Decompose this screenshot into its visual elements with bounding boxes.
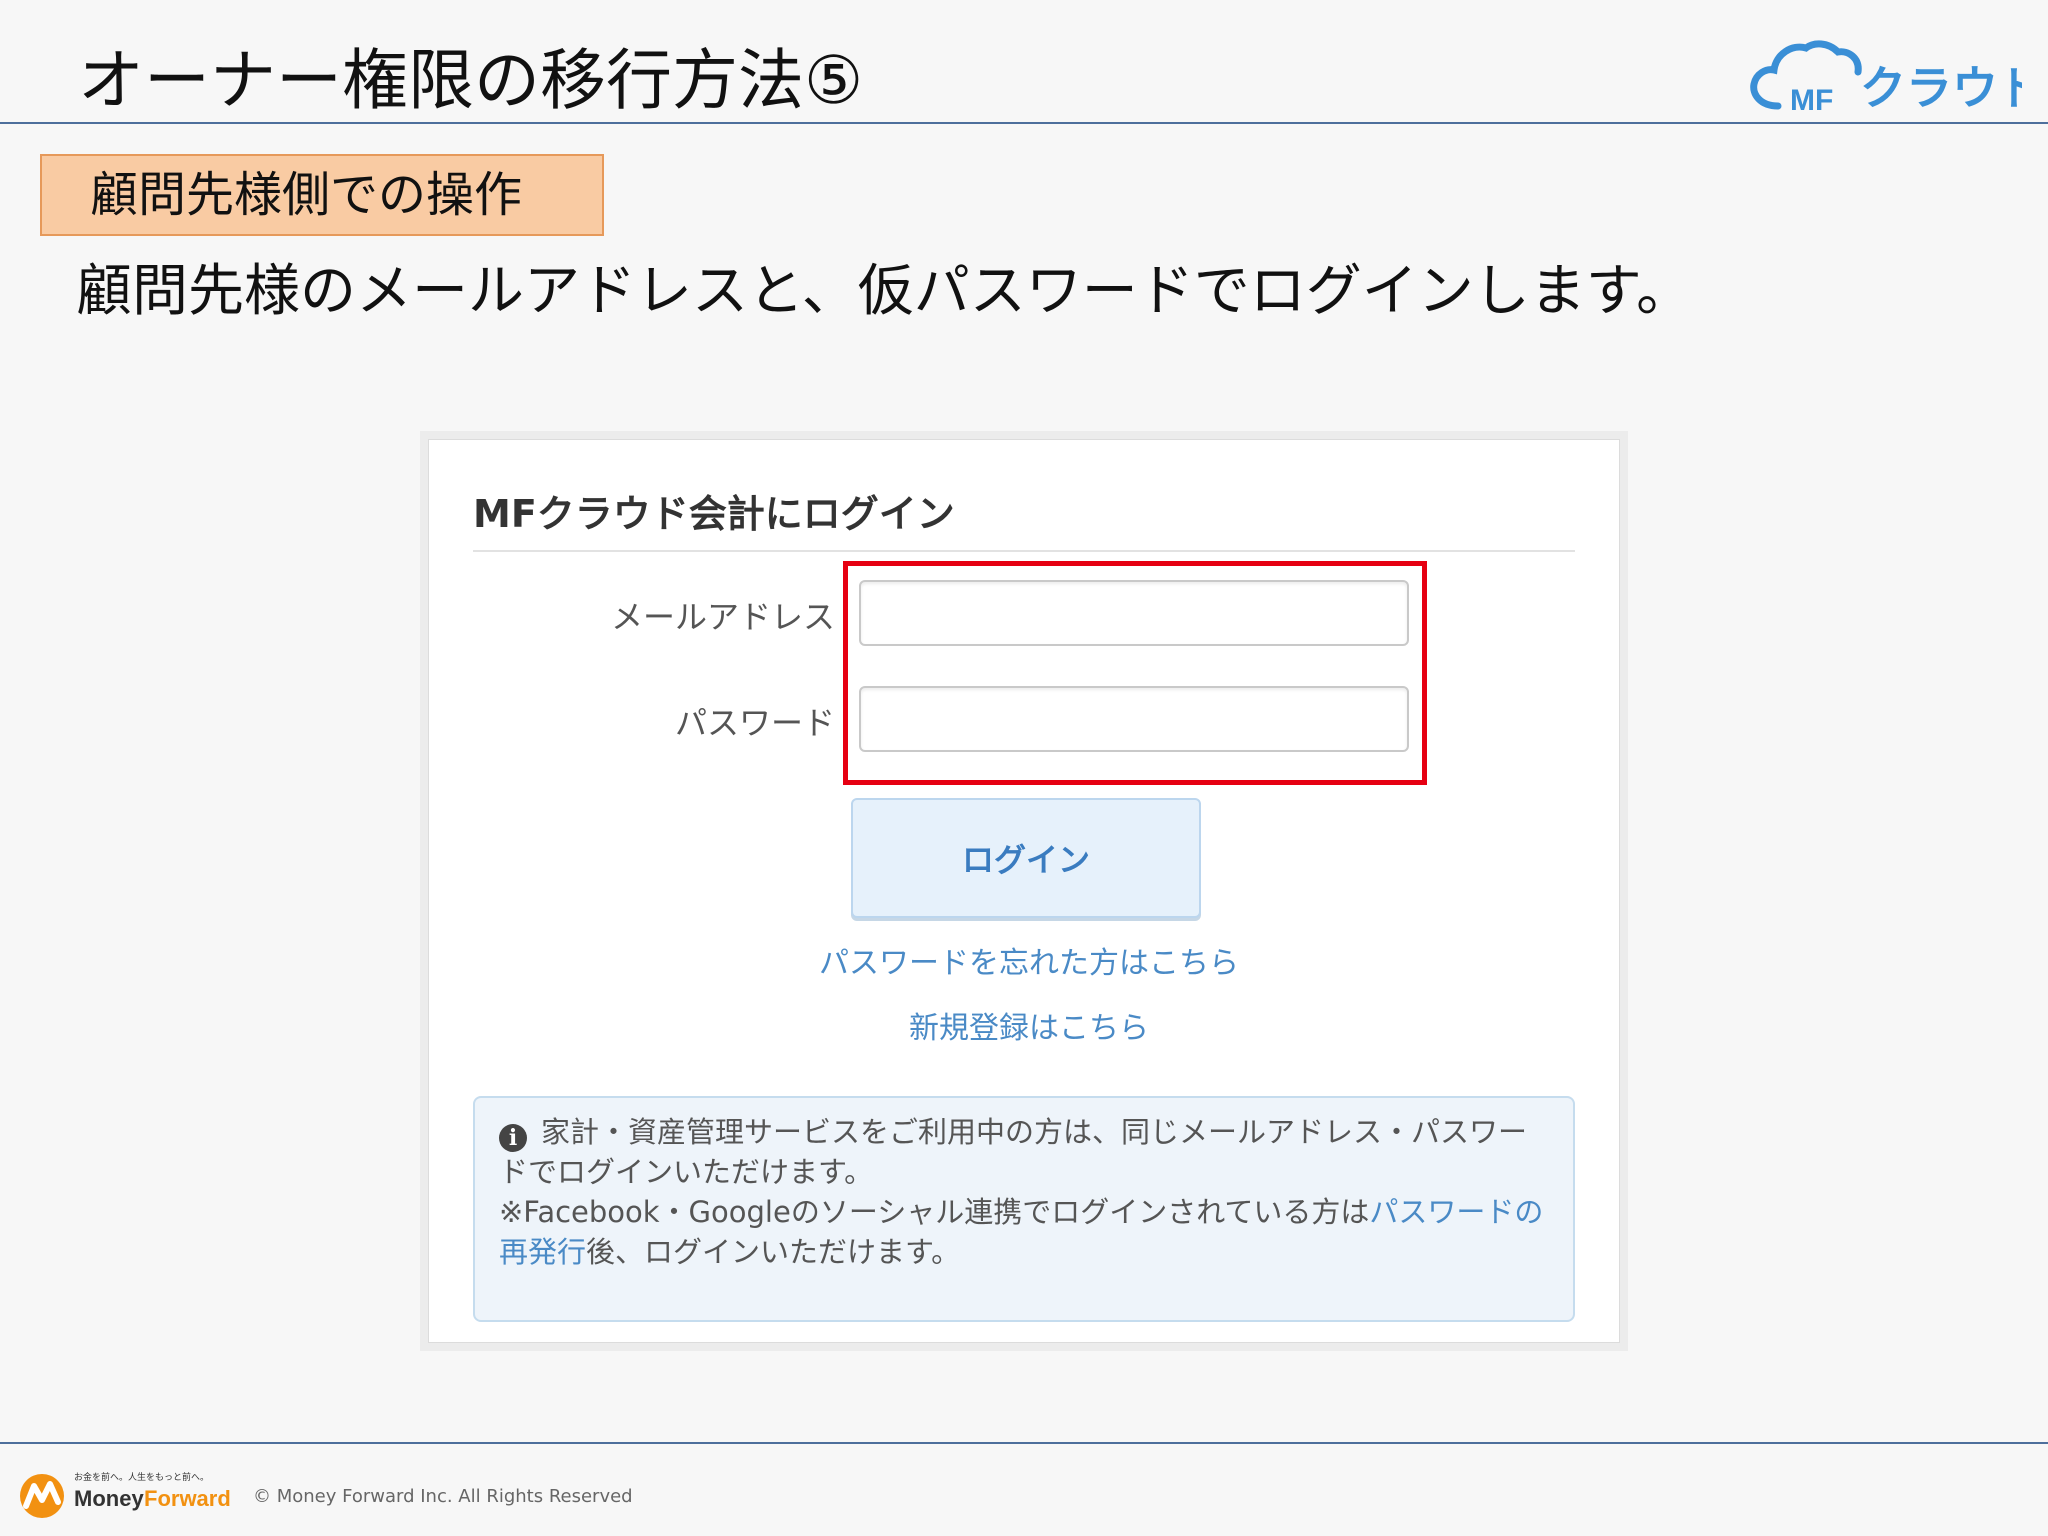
- info-text-1: 家計・資産管理サービスをご利用中の方は、同じメールアドレス・パスワードでログイン…: [499, 1115, 1528, 1189]
- info-notice: i 家計・資産管理サービスをご利用中の方は、同じメールアドレス・パスワードでログイ…: [473, 1096, 1575, 1322]
- forgot-password-link[interactable]: パスワードを忘れた方はこちら: [679, 938, 1379, 982]
- register-link[interactable]: 新規登録はこちら: [679, 1003, 1379, 1047]
- highlight-frame: [843, 561, 1427, 785]
- money-forward-logo: お金を前へ。人生をもっと前へ。 Money Forward: [20, 1471, 231, 1518]
- email-label: メールアドレス: [610, 598, 835, 636]
- svg-text:Forward: Forward: [144, 1486, 231, 1511]
- svg-text:お金を前へ。人生をもっと前へ。: お金を前へ。人生をもっと前へ。: [74, 1471, 209, 1483]
- copyright-text: © Money Forward Inc. All Rights Reserved: [253, 1486, 633, 1507]
- login-card: MFクラウド会計にログイン メールアドレス パスワード ログイン パスワードを忘…: [428, 439, 1620, 1343]
- mf-cloud-logo: MF クラウド: [1750, 40, 2022, 116]
- info-text-2: ※Facebook・Googleのソーシャル連携でログインされている方は: [499, 1195, 1370, 1229]
- password-label: パスワード: [674, 704, 835, 742]
- svg-text:MF: MF: [1790, 84, 1833, 116]
- svg-text:Money: Money: [74, 1486, 144, 1511]
- money-forward-mark-icon: [20, 1474, 64, 1518]
- svg-text:クラウド: クラウド: [1860, 61, 2022, 115]
- slide-title: オーナー権限の移行方法⑤: [78, 42, 864, 119]
- footer-divider: [0, 1442, 2048, 1444]
- login-screenshot: MFクラウド会計にログイン メールアドレス パスワード ログイン パスワードを忘…: [420, 431, 1628, 1351]
- info-line-1: i 家計・資産管理サービスをご利用中の方は、同じメールアドレス・パスワードでログイ…: [499, 1112, 1549, 1192]
- login-button[interactable]: ログイン: [851, 798, 1201, 918]
- title-divider: [0, 122, 2048, 124]
- section-tag: 顧問先様側での操作: [40, 154, 604, 236]
- instruction-text: 顧問先様のメールアドレスと、仮パスワードでログインします。: [76, 259, 1693, 324]
- info-text-2-end: 後、ログインいただけます。: [586, 1235, 961, 1269]
- info-circle-icon: i: [499, 1124, 527, 1152]
- info-line-2: ※Facebook・Googleのソーシャル連携でログインされている方はパスワー…: [499, 1192, 1549, 1272]
- login-heading: MFクラウド会計にログイン: [473, 488, 1575, 552]
